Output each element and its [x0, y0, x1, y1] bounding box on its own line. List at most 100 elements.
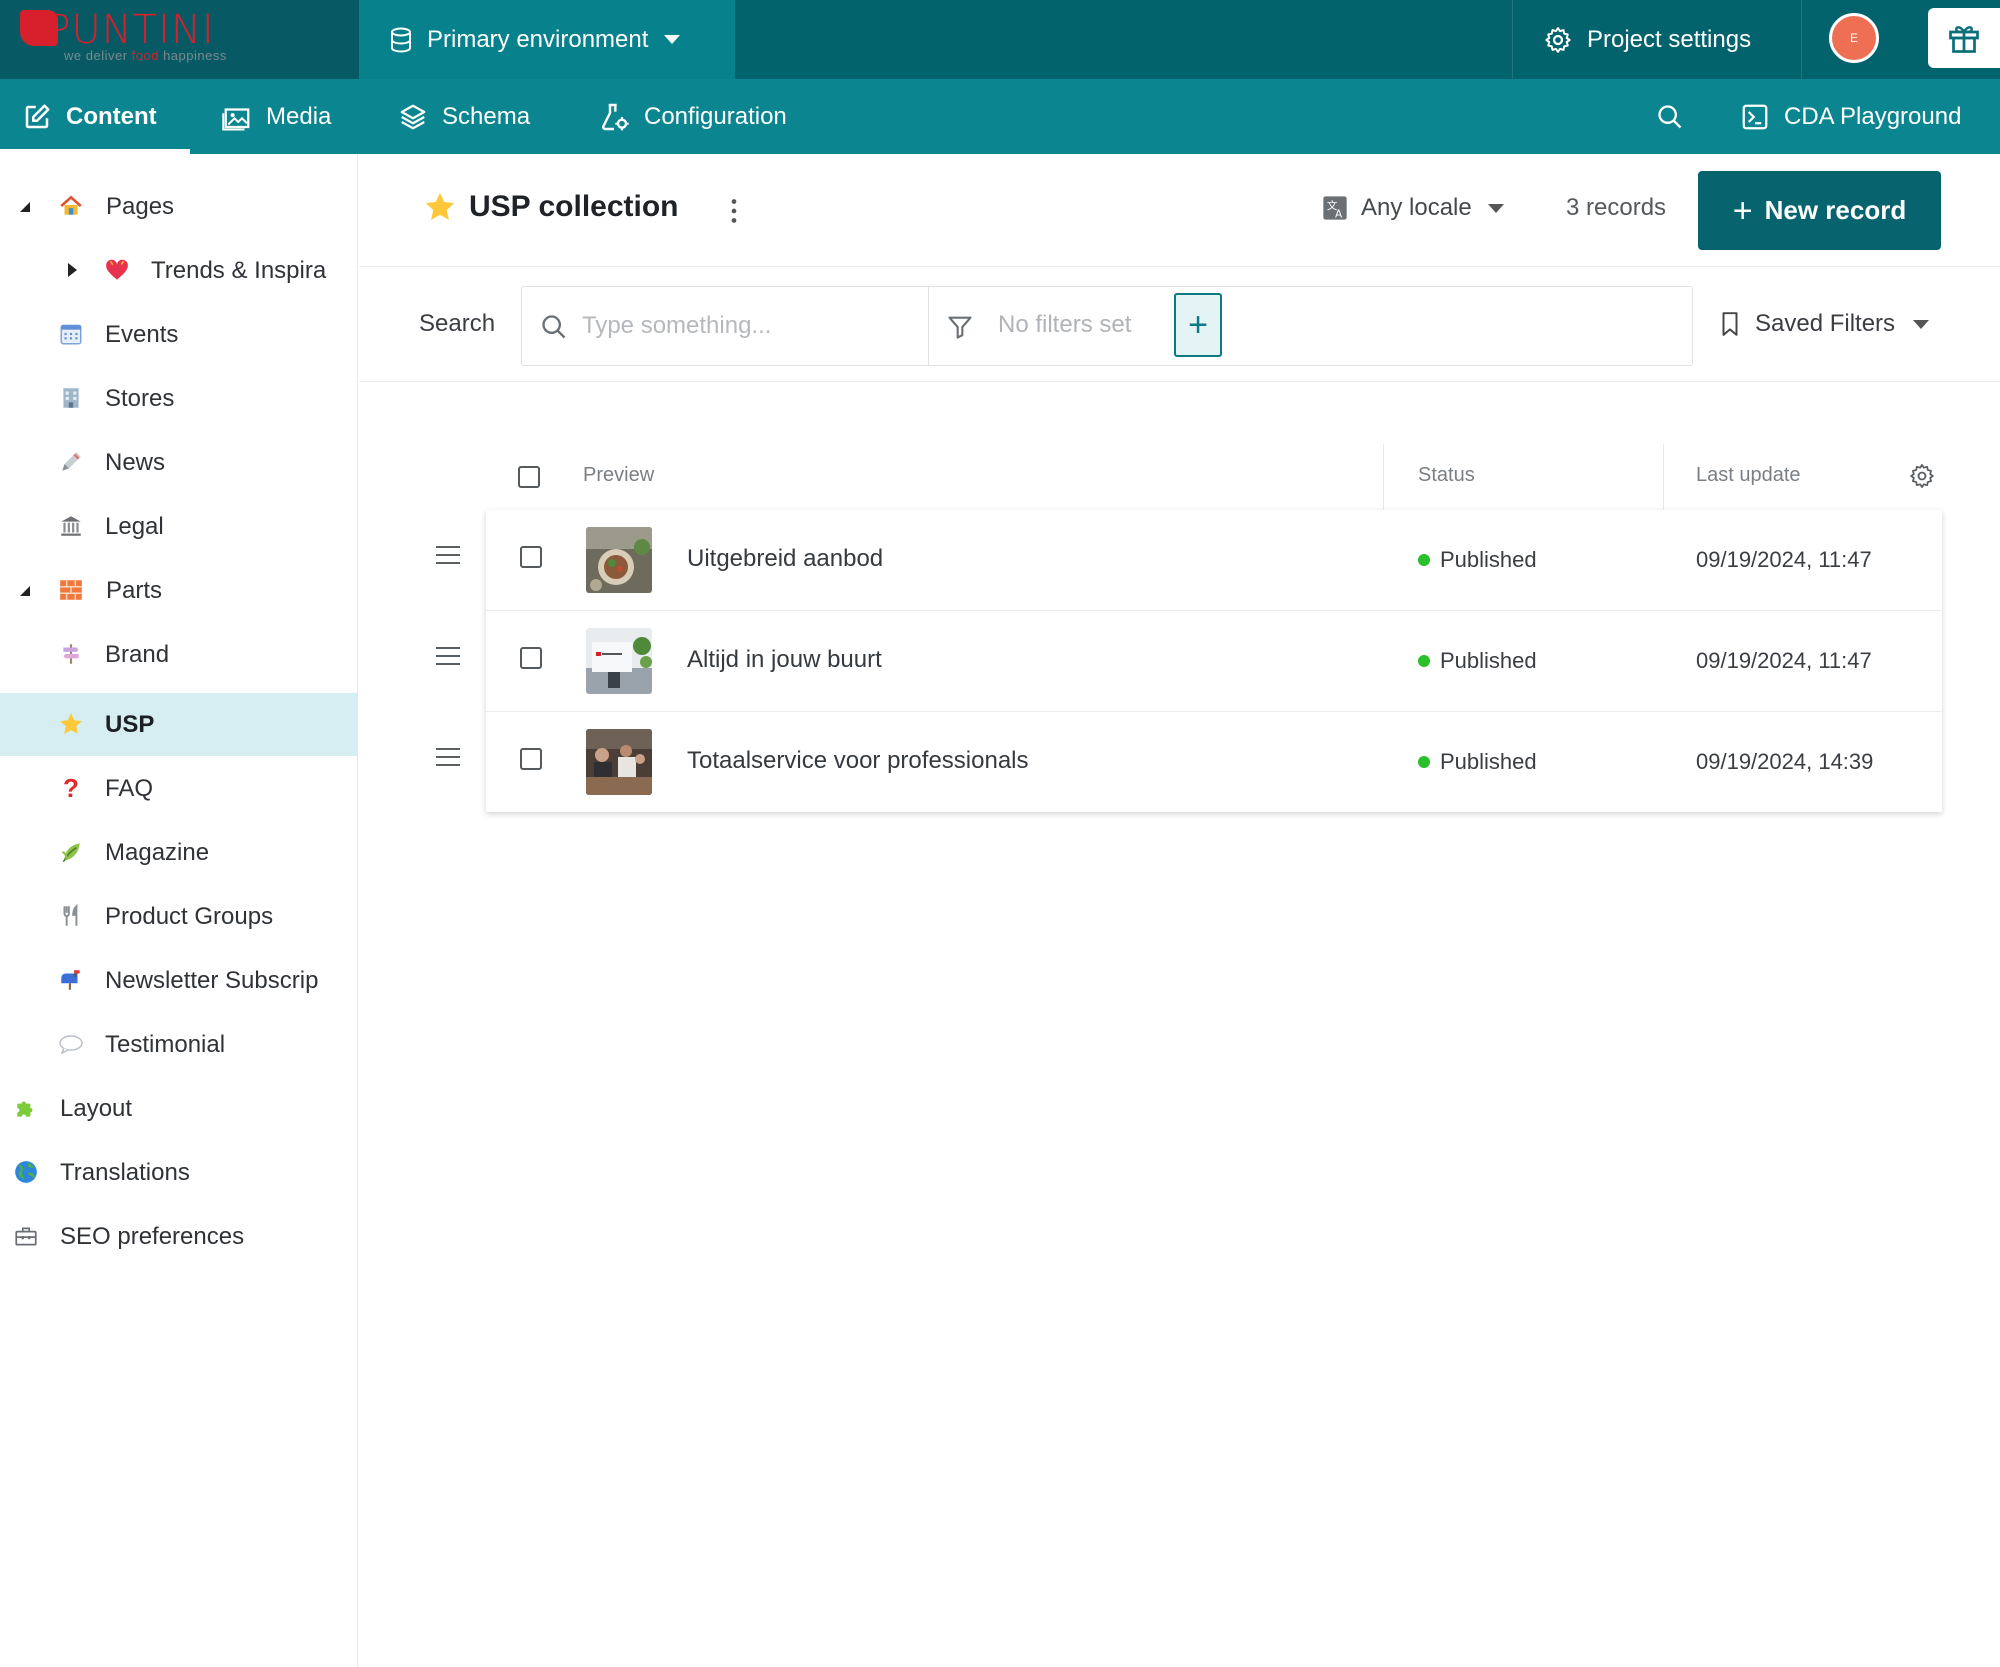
status-label: Published [1440, 648, 1537, 673]
sidebar-item-events[interactable]: Events [0, 303, 358, 366]
select-all-checkbox[interactable] [518, 466, 540, 488]
sidebar-item-brand[interactable]: Brand [0, 623, 358, 686]
collapse-triangle-icon[interactable] [20, 586, 30, 596]
drag-handle-icon[interactable] [436, 748, 460, 768]
table-header: Preview Status Last update [486, 444, 1942, 510]
sidebar-item-legal[interactable]: Legal [0, 495, 358, 558]
sidebar-item-news[interactable]: News [0, 431, 358, 494]
add-filter-button[interactable]: + [1174, 293, 1222, 357]
gear-icon [1545, 26, 1571, 53]
record-title[interactable]: Uitgebreid aanbod [687, 545, 883, 573]
project-settings-label: Project settings [1587, 25, 1752, 53]
sidebar-item-label: Stores [105, 384, 175, 412]
drag-handle-icon[interactable] [436, 647, 460, 667]
bookmark-icon [1722, 312, 1738, 336]
filter-icon [948, 316, 972, 339]
main-nav: Content Media Schema Configuration CDA P… [0, 79, 2000, 154]
sidebar-item-testimonial[interactable]: Testimonial [0, 1013, 358, 1076]
search-label: Search [419, 310, 496, 337]
sidebar-item-parts[interactable]: Parts [0, 559, 358, 622]
leaf-icon [58, 839, 84, 865]
new-record-label: New record [1764, 195, 1907, 225]
tab-configuration-label: Configuration [644, 102, 787, 130]
column-divider [1383, 444, 1384, 510]
row-checkbox[interactable] [520, 546, 542, 568]
database-icon [391, 27, 411, 53]
tab-configuration[interactable]: Configuration [598, 79, 787, 154]
column-last-update[interactable]: Last update [1696, 464, 1801, 487]
sidebar-item-newsletter[interactable]: Newsletter Subscrip [0, 949, 358, 1012]
gift-icon [1949, 26, 1979, 53]
table-row[interactable]: Altijd in jouw buurt Published 09/19/202… [436, 611, 1942, 712]
more-options-button[interactable] [729, 198, 739, 229]
table-row[interactable]: Uitgebreid aanbod Published 09/19/2024, … [436, 510, 1942, 611]
puzzle-icon [13, 1095, 39, 1121]
column-status[interactable]: Status [1418, 464, 1475, 487]
user-avatar[interactable]: E [1829, 13, 1879, 63]
search-box: No filters set + [521, 286, 1693, 366]
published-dot-icon [1418, 554, 1430, 566]
drag-handle-icon[interactable] [436, 546, 460, 566]
layers-icon [400, 104, 426, 129]
sidebar-item-label: Events [105, 320, 179, 348]
toolbox-icon [13, 1223, 39, 1249]
last-update: 09/19/2024, 14:39 [1696, 749, 1874, 774]
brand-logo[interactable]: SPUNTINI we deliver food happiness [20, 8, 227, 63]
logo-area[interactable]: SPUNTINI we deliver food happiness [0, 0, 359, 79]
heart-icon [104, 257, 130, 283]
status-label: Published [1440, 547, 1537, 572]
sidebar-item-magazine[interactable]: Magazine [0, 821, 358, 884]
calendar-icon [58, 321, 84, 347]
collapse-triangle-icon[interactable] [20, 202, 30, 212]
sidebar-item-seo-preferences[interactable]: SEO preferences [0, 1205, 358, 1268]
image-icon [222, 107, 250, 130]
sidebar-item-label: Trends & Inspira [151, 256, 327, 284]
tab-media[interactable]: Media [222, 79, 331, 154]
published-dot-icon [1418, 655, 1430, 667]
sidebar-item-trends[interactable]: Trends & Inspira [0, 239, 358, 302]
tab-content[interactable]: Content [22, 79, 157, 154]
sidebar-item-pages[interactable]: Pages [0, 175, 358, 238]
globe-icon [13, 1159, 39, 1185]
row-checkbox[interactable] [520, 647, 542, 669]
last-update: 09/19/2024, 11:47 [1696, 648, 1872, 673]
row-checkbox[interactable] [520, 748, 542, 770]
records-table: Uitgebreid aanbod Published 09/19/2024, … [436, 510, 1942, 813]
table-row[interactable]: Totaalservice voor professionals Publish… [436, 712, 1942, 813]
published-dot-icon [1418, 756, 1430, 768]
expand-triangle-icon[interactable] [68, 263, 77, 277]
column-preview[interactable]: Preview [583, 464, 654, 487]
saved-filters-dropdown[interactable]: Saved Filters [1719, 310, 1930, 338]
sidebar-item-product-groups[interactable]: Product Groups [0, 885, 358, 948]
sidebar-item-label: Testimonial [105, 1030, 226, 1058]
flask-gear-icon [602, 103, 629, 130]
sidebar-item-faq[interactable]: ? FAQ [0, 757, 358, 820]
gift-button[interactable] [1928, 8, 2000, 68]
record-count: 3 records [1566, 194, 1667, 221]
tab-schema[interactable]: Schema [398, 79, 530, 154]
environment-selector[interactable]: Primary environment [359, 0, 735, 79]
cda-playground-button[interactable]: CDA Playground [1740, 79, 1961, 154]
top-bar: SPUNTINI we deliver food happiness Prima… [0, 0, 2000, 79]
sidebar-item-layout[interactable]: Layout [0, 1077, 358, 1140]
sidebar-item-label: Brand [105, 640, 170, 668]
last-update: 09/19/2024, 11:47 [1696, 547, 1872, 572]
search-row: Search No filters set + Saved Filters [359, 268, 2000, 382]
record-title[interactable]: Totaalservice voor professionals [687, 747, 1029, 775]
sidebar-item-translations[interactable]: Translations [0, 1141, 358, 1204]
status-badge: Published [1418, 648, 1537, 674]
status-badge: Published [1418, 749, 1537, 775]
tab-media-label: Media [266, 102, 332, 130]
search-input[interactable] [582, 287, 922, 365]
cda-playground-label: CDA Playground [1784, 102, 1962, 130]
locale-selector[interactable]: 文A Any locale [1321, 194, 1504, 222]
sidebar-item-usp[interactable]: USP [0, 693, 358, 756]
global-search-button[interactable] [1656, 79, 1698, 154]
table-settings-button[interactable] [1908, 462, 1936, 495]
record-title[interactable]: Altijd in jouw buurt [687, 646, 882, 674]
sidebar-item-stores[interactable]: Stores [0, 367, 358, 430]
collection-header: USP collection 文A Any locale 3 records +… [359, 154, 2000, 267]
project-settings-button[interactable]: Project settings [1512, 0, 1802, 79]
new-record-button[interactable]: + New record [1698, 171, 1941, 250]
chevron-down-icon [664, 35, 681, 44]
